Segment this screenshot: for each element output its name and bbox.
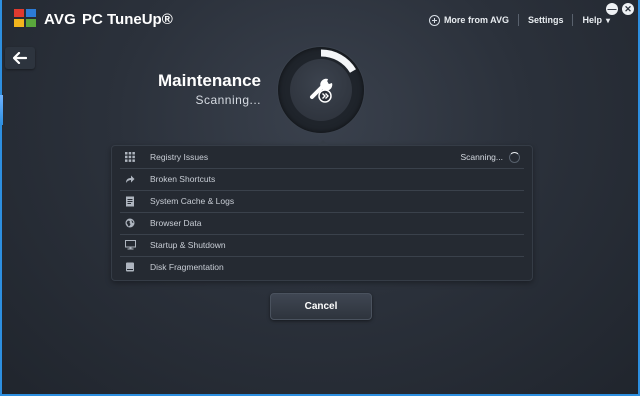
- page-header: Maintenance Scanning...: [158, 71, 261, 107]
- back-button[interactable]: [5, 47, 35, 69]
- avg-logo-icon: [14, 9, 38, 29]
- more-from-avg-label: More from AVG: [443, 15, 509, 25]
- settings-link[interactable]: Settings: [528, 15, 564, 25]
- task-status: Scanning...: [460, 151, 520, 163]
- page-title: Maintenance: [158, 71, 261, 90]
- list-item: Browser Data: [120, 212, 524, 235]
- list-item: Startup & Shutdown: [120, 234, 524, 257]
- chevron-down-icon: ▾: [605, 15, 610, 25]
- wrench-icon: [310, 78, 333, 103]
- grid-icon: [124, 151, 136, 163]
- progress-dial: [278, 47, 364, 133]
- task-label: Broken Shortcuts: [150, 174, 216, 184]
- dial-center: [290, 59, 352, 121]
- task-label: Startup & Shutdown: [150, 240, 226, 250]
- task-label: Browser Data: [150, 218, 202, 228]
- list-item: Broken Shortcuts: [120, 168, 524, 191]
- status-text: Scanning...: [460, 152, 503, 162]
- brand-name: AVG: [44, 10, 76, 28]
- window-controls: — ✕: [606, 3, 634, 15]
- list-item: System Cache & Logs: [120, 190, 524, 213]
- help-menu[interactable]: Help ▾: [582, 15, 610, 25]
- page-subtitle: Scanning...: [195, 93, 261, 107]
- list-item: Registry Issues Scanning...: [120, 146, 524, 169]
- nav-divider: [572, 14, 574, 26]
- help-label: Help: [582, 15, 602, 25]
- maintenance-task-list: Registry Issues Scanning... Broken Short…: [111, 140, 533, 281]
- document-icon: [124, 195, 136, 207]
- plus-circle-icon: [428, 14, 440, 26]
- disk-icon: [124, 261, 136, 273]
- top-navigation: More from AVG Settings Help ▾: [428, 14, 610, 26]
- cancel-button[interactable]: Cancel: [270, 293, 372, 320]
- close-button[interactable]: ✕: [622, 3, 634, 15]
- monitor-icon: [124, 239, 136, 251]
- task-label: Registry Issues: [150, 152, 209, 162]
- globe-icon: [124, 217, 136, 229]
- arrow-left-icon: [13, 52, 27, 64]
- task-label: Disk Fragmentation: [150, 262, 224, 272]
- task-label: System Cache & Logs: [150, 196, 235, 206]
- window-edge-accent: [0, 95, 3, 125]
- more-from-avg-link[interactable]: More from AVG: [428, 14, 509, 26]
- spinner-icon: [509, 151, 520, 163]
- shortcut-arrow-icon: [124, 173, 136, 185]
- list-item: Disk Fragmentation: [120, 256, 524, 278]
- product-name: PC TuneUp®: [82, 10, 173, 28]
- app-logo: AVG PC TuneUp®: [14, 9, 173, 29]
- nav-divider: [517, 14, 519, 26]
- minimize-button[interactable]: —: [606, 3, 618, 15]
- settings-label: Settings: [527, 15, 564, 25]
